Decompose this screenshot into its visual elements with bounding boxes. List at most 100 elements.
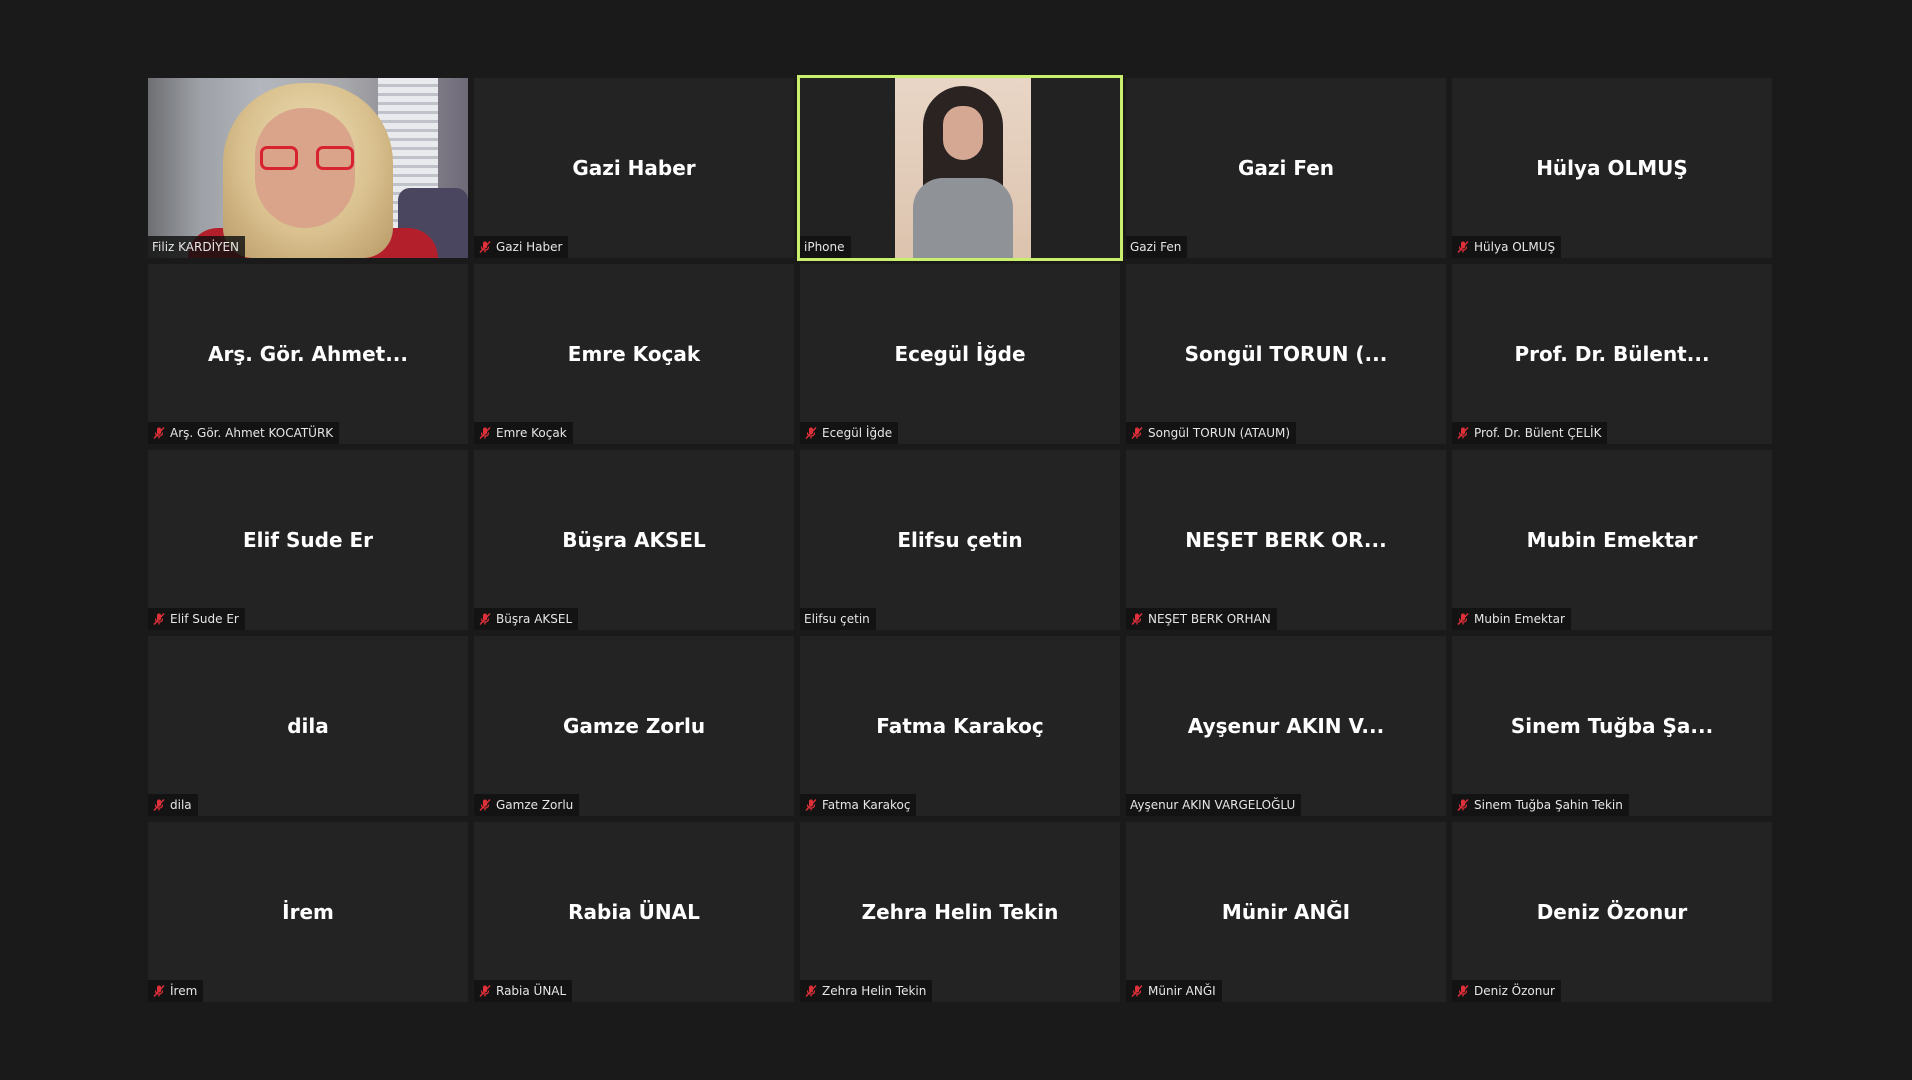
participant-tile[interactable]: Arş. Gör. Ahmet... Arş. Gör. Ahmet KOCAT…: [148, 264, 468, 444]
participant-tile[interactable]: Gazi Fen Gazi Fen: [1126, 78, 1446, 258]
participant-tile[interactable]: Büşra AKSEL Büşra AKSEL: [474, 450, 794, 630]
mic-muted-icon: [1130, 984, 1144, 998]
mic-muted-icon: [804, 426, 818, 440]
participant-display-name: Deniz Özonur: [1536, 900, 1688, 924]
participant-display-name: Elif Sude Er: [242, 528, 374, 552]
mic-muted-icon: [152, 612, 166, 626]
participant-tile[interactable]: Münir ANĞI Münir ANĞI: [1126, 822, 1446, 1002]
participant-tile[interactable]: dila dila: [148, 636, 468, 816]
participant-tile[interactable]: Gamze Zorlu Gamze Zorlu: [474, 636, 794, 816]
participant-tile[interactable]: Hülya OLMUŞ Hülya OLMUŞ: [1452, 78, 1772, 258]
participant-name-bar: Emre Koçak: [474, 422, 573, 444]
participant-display-name: dila: [287, 714, 329, 738]
participant-display-name: Gazi Haber: [572, 156, 696, 180]
mic-muted-icon: [478, 798, 492, 812]
participant-name-bar: Zehra Helin Tekin: [800, 980, 933, 1002]
participant-label: Ecegül İğde: [822, 426, 893, 440]
participant-tile[interactable]: Elifsu çetin Elifsu çetin: [800, 450, 1120, 630]
participant-label: Emre Koçak: [496, 426, 567, 440]
participant-label: NEŞET BERK ORHAN: [1148, 612, 1271, 626]
participant-label: Arş. Gör. Ahmet KOCATÜRK: [170, 426, 334, 440]
participant-label: iPhone: [804, 240, 845, 254]
mic-muted-icon: [152, 984, 166, 998]
participant-label: Münir ANĞI: [1148, 984, 1216, 998]
participant-name-bar: dila: [148, 794, 198, 816]
participant-tile[interactable]: Zehra Helin Tekin Zehra Helin Tekin: [800, 822, 1120, 1002]
participant-tile[interactable]: Deniz Özonur Deniz Özonur: [1452, 822, 1772, 1002]
mic-muted-icon: [1456, 798, 1470, 812]
participant-display-name: Gamze Zorlu: [562, 714, 706, 738]
mic-muted-icon: [804, 984, 818, 998]
participant-name-bar: Elifsu çetin: [800, 608, 876, 630]
participant-name-bar: Hülya OLMUŞ: [1452, 236, 1562, 258]
participant-label: Prof. Dr. Bülent ÇELİK: [1474, 426, 1602, 440]
participant-label: İrem: [170, 984, 198, 998]
participant-label: dila: [170, 798, 192, 812]
participant-name-bar: Ecegül İğde: [800, 422, 899, 444]
participant-tile[interactable]: İrem İrem: [148, 822, 468, 1002]
participant-tile[interactable]: Ecegül İğde Ecegül İğde: [800, 264, 1120, 444]
mic-muted-icon: [152, 798, 166, 812]
participant-label: Rabia ÜNAL: [496, 984, 567, 998]
participant-tile[interactable]: NEŞET BERK OR... NEŞET BERK ORHAN: [1126, 450, 1446, 630]
mic-muted-icon: [478, 612, 492, 626]
participant-tile[interactable]: Prof. Dr. Bülent... Prof. Dr. Bülent ÇEL…: [1452, 264, 1772, 444]
participant-name-bar: Münir ANĞI: [1126, 980, 1222, 1002]
participant-display-name: Arş. Gör. Ahmet...: [207, 342, 408, 366]
participant-display-name: Ayşenur AKIN V...: [1187, 714, 1385, 738]
mic-muted-icon: [478, 984, 492, 998]
participant-tile[interactable]: Fatma Karakoç Fatma Karakoç: [800, 636, 1120, 816]
participant-tile[interactable]: Sinem Tuğba Şa... Sinem Tuğba Şahin Teki…: [1452, 636, 1772, 816]
video-person-face: [943, 106, 983, 160]
mic-muted-icon: [1456, 426, 1470, 440]
participant-name-bar: NEŞET BERK ORHAN: [1126, 608, 1277, 630]
participant-display-name: Songül TORUN (...: [1184, 342, 1388, 366]
participant-name-bar: Ayşenur AKIN VARGELOĞLU: [1126, 794, 1302, 816]
participant-label: Elif Sude Er: [170, 612, 239, 626]
participant-tile[interactable]: Rabia ÜNAL Rabia ÜNAL: [474, 822, 794, 1002]
mic-muted-icon: [1456, 984, 1470, 998]
participant-label: Deniz Özonur: [1474, 984, 1555, 998]
participant-label: Gamze Zorlu: [496, 798, 574, 812]
participant-label: Songül TORUN (ATAUM): [1148, 426, 1291, 440]
participant-video: [148, 78, 468, 258]
participant-tile[interactable]: Emre Koçak Emre Koçak: [474, 264, 794, 444]
participant-name-bar: Filiz KARDİYEN: [148, 236, 246, 258]
participant-display-name: Sinem Tuğba Şa...: [1510, 714, 1714, 738]
mic-muted-icon: [478, 240, 492, 254]
mic-muted-icon: [1456, 240, 1470, 254]
participant-label: Gazi Haber: [496, 240, 563, 254]
mic-muted-icon: [152, 426, 166, 440]
participant-display-name: Zehra Helin Tekin: [861, 900, 1059, 924]
mic-muted-icon: [1130, 426, 1144, 440]
mic-muted-icon: [804, 798, 818, 812]
participant-label: Gazi Fen: [1130, 240, 1182, 254]
video-background: [148, 78, 198, 258]
participant-name-bar: Deniz Özonur: [1452, 980, 1561, 1002]
participant-label: Zehra Helin Tekin: [822, 984, 927, 998]
participant-name-bar: Mubin Emektar: [1452, 608, 1571, 630]
participant-name-bar: Prof. Dr. Bülent ÇELİK: [1452, 422, 1608, 444]
participant-tile[interactable]: Songül TORUN (... Songül TORUN (ATAUM): [1126, 264, 1446, 444]
mic-muted-icon: [478, 426, 492, 440]
participant-tile[interactable]: Elif Sude Er Elif Sude Er: [148, 450, 468, 630]
video-person-glasses: [260, 146, 354, 172]
participant-label: Filiz KARDİYEN: [152, 240, 240, 254]
participant-tile[interactable]: Mubin Emektar Mubin Emektar: [1452, 450, 1772, 630]
participant-label: Elifsu çetin: [804, 612, 870, 626]
participant-label: Fatma Karakoç: [822, 798, 911, 812]
participant-name-bar: Rabia ÜNAL: [474, 980, 573, 1002]
participant-name-bar: İrem: [148, 980, 204, 1002]
participant-label: Büşra AKSEL: [496, 612, 573, 626]
video-person-clothing: [913, 178, 1013, 258]
mic-muted-icon: [1456, 612, 1470, 626]
participant-tile[interactable]: iPhone: [797, 75, 1123, 261]
participant-label: Hülya OLMUŞ: [1474, 240, 1556, 254]
participant-tile[interactable]: Gazi Haber Gazi Haber: [474, 78, 794, 258]
participant-name-bar: Sinem Tuğba Şahin Tekin: [1452, 794, 1629, 816]
participant-video: [800, 78, 1120, 258]
participant-tile[interactable]: Filiz KARDİYEN: [148, 78, 468, 258]
participant-display-name: Prof. Dr. Bülent...: [1514, 342, 1710, 366]
participant-name-bar: Gamze Zorlu: [474, 794, 580, 816]
participant-tile[interactable]: Ayşenur AKIN V... Ayşenur AKIN VARGELOĞL…: [1126, 636, 1446, 816]
